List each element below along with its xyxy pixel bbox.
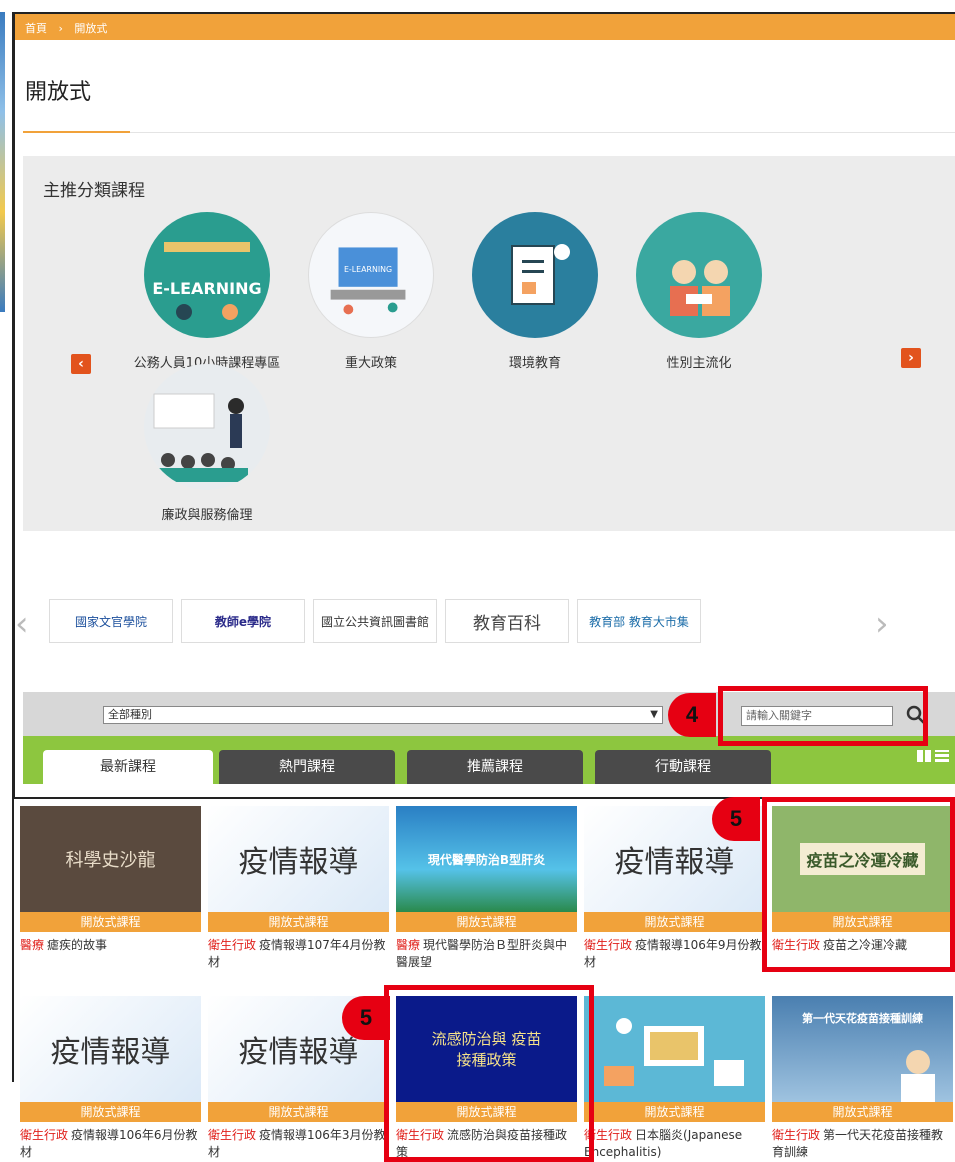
category-item[interactable]: E-LEARNING 公務人員10小時課程專區 — [127, 212, 287, 371]
category-art-text: E-LEARNING — [344, 265, 392, 274]
category-label: 環境教育 — [508, 356, 561, 371]
thumbnail-text: 疫情報導 — [50, 1035, 171, 1070]
course-card[interactable]: 疫情報導 開放式課程 衛生行政 疫情報導106年6月份教材 — [20, 996, 201, 1161]
course-badge: 開放式課程 — [20, 912, 201, 932]
course-card[interactable]: 開放式課程 衛生行政 日本腦炎(Japanese Encephalitis) — [584, 996, 765, 1161]
course-badge: 開放式課程 — [208, 912, 389, 932]
breadcrumb: 首頁 › 開放式 — [15, 14, 955, 40]
thumbnail-text: 第一代天花疫苗接種訓練 — [802, 1012, 923, 1025]
list-view-icon[interactable] — [935, 750, 949, 762]
course-description: 衛生行政 疫情報導107年4月份教材 — [208, 937, 389, 971]
course-thumbnail: 現代醫學防治B型肝炎 — [396, 806, 577, 912]
course-description: 衛生行政 第一代天花疫苗接種教育訓練 — [772, 1127, 953, 1161]
course-badge: 開放式課程 — [208, 1102, 389, 1122]
browser-frame: 首頁 › 開放式 開放式 主推分類課程 ‹ › E-LEARNING 公務人員1… — [13, 12, 955, 799]
partner-logo[interactable]: 教育百科 — [445, 599, 569, 643]
annotation-box-5 — [384, 985, 594, 1162]
course-badge: 開放式課程 — [20, 1102, 201, 1122]
course-title[interactable]: 瘧疾的故事 — [47, 938, 107, 952]
course-card[interactable]: 現代醫學防治B型肝炎 開放式課程 醫療 現代醫學防治Ｂ型肝炎與中醫展望 — [396, 806, 577, 971]
thumbnail-text: 疫情報導 — [238, 845, 359, 880]
partner-logo[interactable]: 國家文官學院 — [49, 599, 173, 643]
category-select-value: 全部種別 — [108, 708, 152, 721]
tab-mobile[interactable]: 行動課程 — [595, 750, 771, 784]
course-description: 衛生行政 日本腦炎(Japanese Encephalitis) — [584, 1127, 765, 1161]
tab-popular[interactable]: 熱門課程 — [219, 750, 395, 784]
category-image: E-LEARNING — [144, 212, 270, 338]
course-description: 衛生行政 疫情報導106年9月份教材 — [584, 937, 765, 971]
tab-recommended[interactable]: 推薦課程 — [407, 750, 583, 784]
chevron-left-icon[interactable]: ‹ — [15, 604, 29, 644]
featured-categories: 主推分類課程 ‹ › E-LEARNING 公務人員10小時課程專區 E-LEA… — [23, 156, 955, 531]
tab-latest[interactable]: 最新課程 — [43, 750, 213, 784]
chevron-down-icon: ▼ — [650, 709, 658, 720]
title-divider — [23, 132, 955, 133]
course-category[interactable]: 醫療 — [396, 938, 420, 952]
course-description: 醫療 瘧疾的故事 — [20, 937, 201, 954]
category-label: 性別主流化 — [666, 356, 732, 371]
thumbnail-text: 疫情報導 — [238, 1035, 359, 1070]
course-thumbnail: 科學史沙龍 — [20, 806, 201, 912]
course-category[interactable]: 衛生行政 — [584, 938, 632, 952]
course-category[interactable]: 衛生行政 — [20, 1128, 68, 1142]
annotation-badge-5: 5 — [712, 797, 760, 841]
course-category[interactable]: 醫療 — [20, 938, 44, 952]
category-image — [636, 212, 762, 338]
course-thumbnail: 疫情報導 — [20, 996, 201, 1102]
category-art-text: E-LEARNING — [152, 279, 261, 298]
annotation-box-5 — [762, 797, 955, 972]
view-toggle — [917, 750, 949, 762]
course-thumbnail: 第一代天花疫苗接種訓練 — [772, 996, 953, 1102]
category-item[interactable]: 環境教育 — [455, 212, 615, 371]
chevron-right-icon[interactable]: › — [901, 348, 921, 368]
course-title[interactable]: 現代醫學防治Ｂ型肝炎與中醫展望 — [396, 938, 567, 969]
course-card[interactable]: 科學史沙龍 開放式課程 醫療 瘧疾的故事 — [20, 806, 201, 954]
course-category[interactable]: 衛生行政 — [772, 1128, 820, 1142]
annotation-badge-4: 4 — [668, 693, 716, 737]
annotation-box-4 — [718, 686, 928, 746]
course-card[interactable]: 第一代天花疫苗接種訓練 開放式課程 衛生行政 第一代天花疫苗接種教育訓練 — [772, 996, 953, 1161]
partner-logo[interactable]: 國立公共資訊圖書館 — [313, 599, 437, 643]
breadcrumb-current[interactable]: 開放式 — [74, 22, 107, 35]
category-item[interactable]: 性別主流化 — [619, 212, 779, 371]
course-badge: 開放式課程 — [584, 1102, 765, 1122]
category-item[interactable]: E-LEARNING 重大政策 — [291, 212, 451, 371]
category-image — [144, 364, 270, 490]
grid-view-icon[interactable] — [917, 750, 931, 762]
course-category[interactable]: 衛生行政 — [208, 1128, 256, 1142]
course-description: 衛生行政 疫情報導106年6月份教材 — [20, 1127, 201, 1161]
category-item[interactable]: 廉政與服務倫理 — [127, 364, 287, 523]
course-badge: 開放式課程 — [584, 912, 765, 932]
featured-title: 主推分類課程 — [43, 181, 145, 201]
chevron-left-icon[interactable]: ‹ — [71, 354, 91, 374]
breadcrumb-separator: › — [58, 22, 63, 35]
course-thumbnail — [584, 996, 765, 1102]
thumbnail-text: 現代醫學防治B型肝炎 — [427, 852, 546, 867]
category-image: E-LEARNING — [308, 212, 434, 338]
category-label: 廉政與服務倫理 — [161, 508, 253, 523]
thumbnail-text: 科學史沙龍 — [65, 850, 156, 871]
left-edge-strip — [0, 12, 5, 312]
page-title: 開放式 — [25, 80, 92, 105]
partner-logo[interactable]: 教師e學院 — [181, 599, 305, 643]
breadcrumb-home[interactable]: 首頁 — [25, 22, 47, 35]
title-underline — [23, 131, 130, 133]
course-category[interactable]: 衛生行政 — [208, 938, 256, 952]
course-description: 衛生行政 疫情報導106年3月份教材 — [208, 1127, 389, 1161]
category-image — [472, 212, 598, 338]
partner-carousel: ‹ 國家文官學院 教師e學院 國立公共資訊圖書館 教育百科 教育部 教育大市集 … — [15, 594, 955, 654]
chevron-right-icon[interactable]: › — [875, 604, 889, 644]
annotation-badge-5: 5 — [342, 996, 390, 1040]
course-card[interactable]: 疫情報導 開放式課程 衛生行政 疫情報導107年4月份教材 — [208, 806, 389, 971]
partner-logo[interactable]: 教育部 教育大市集 — [577, 599, 701, 643]
course-description: 醫療 現代醫學防治Ｂ型肝炎與中醫展望 — [396, 937, 577, 971]
course-badge: 開放式課程 — [772, 1102, 953, 1122]
course-badge: 開放式課程 — [396, 912, 577, 932]
thumbnail-text: 疫情報導 — [614, 845, 735, 880]
category-select[interactable]: 全部種別 ▼ — [103, 706, 663, 724]
category-label: 重大政策 — [344, 356, 397, 371]
course-thumbnail: 疫情報導 — [208, 806, 389, 912]
